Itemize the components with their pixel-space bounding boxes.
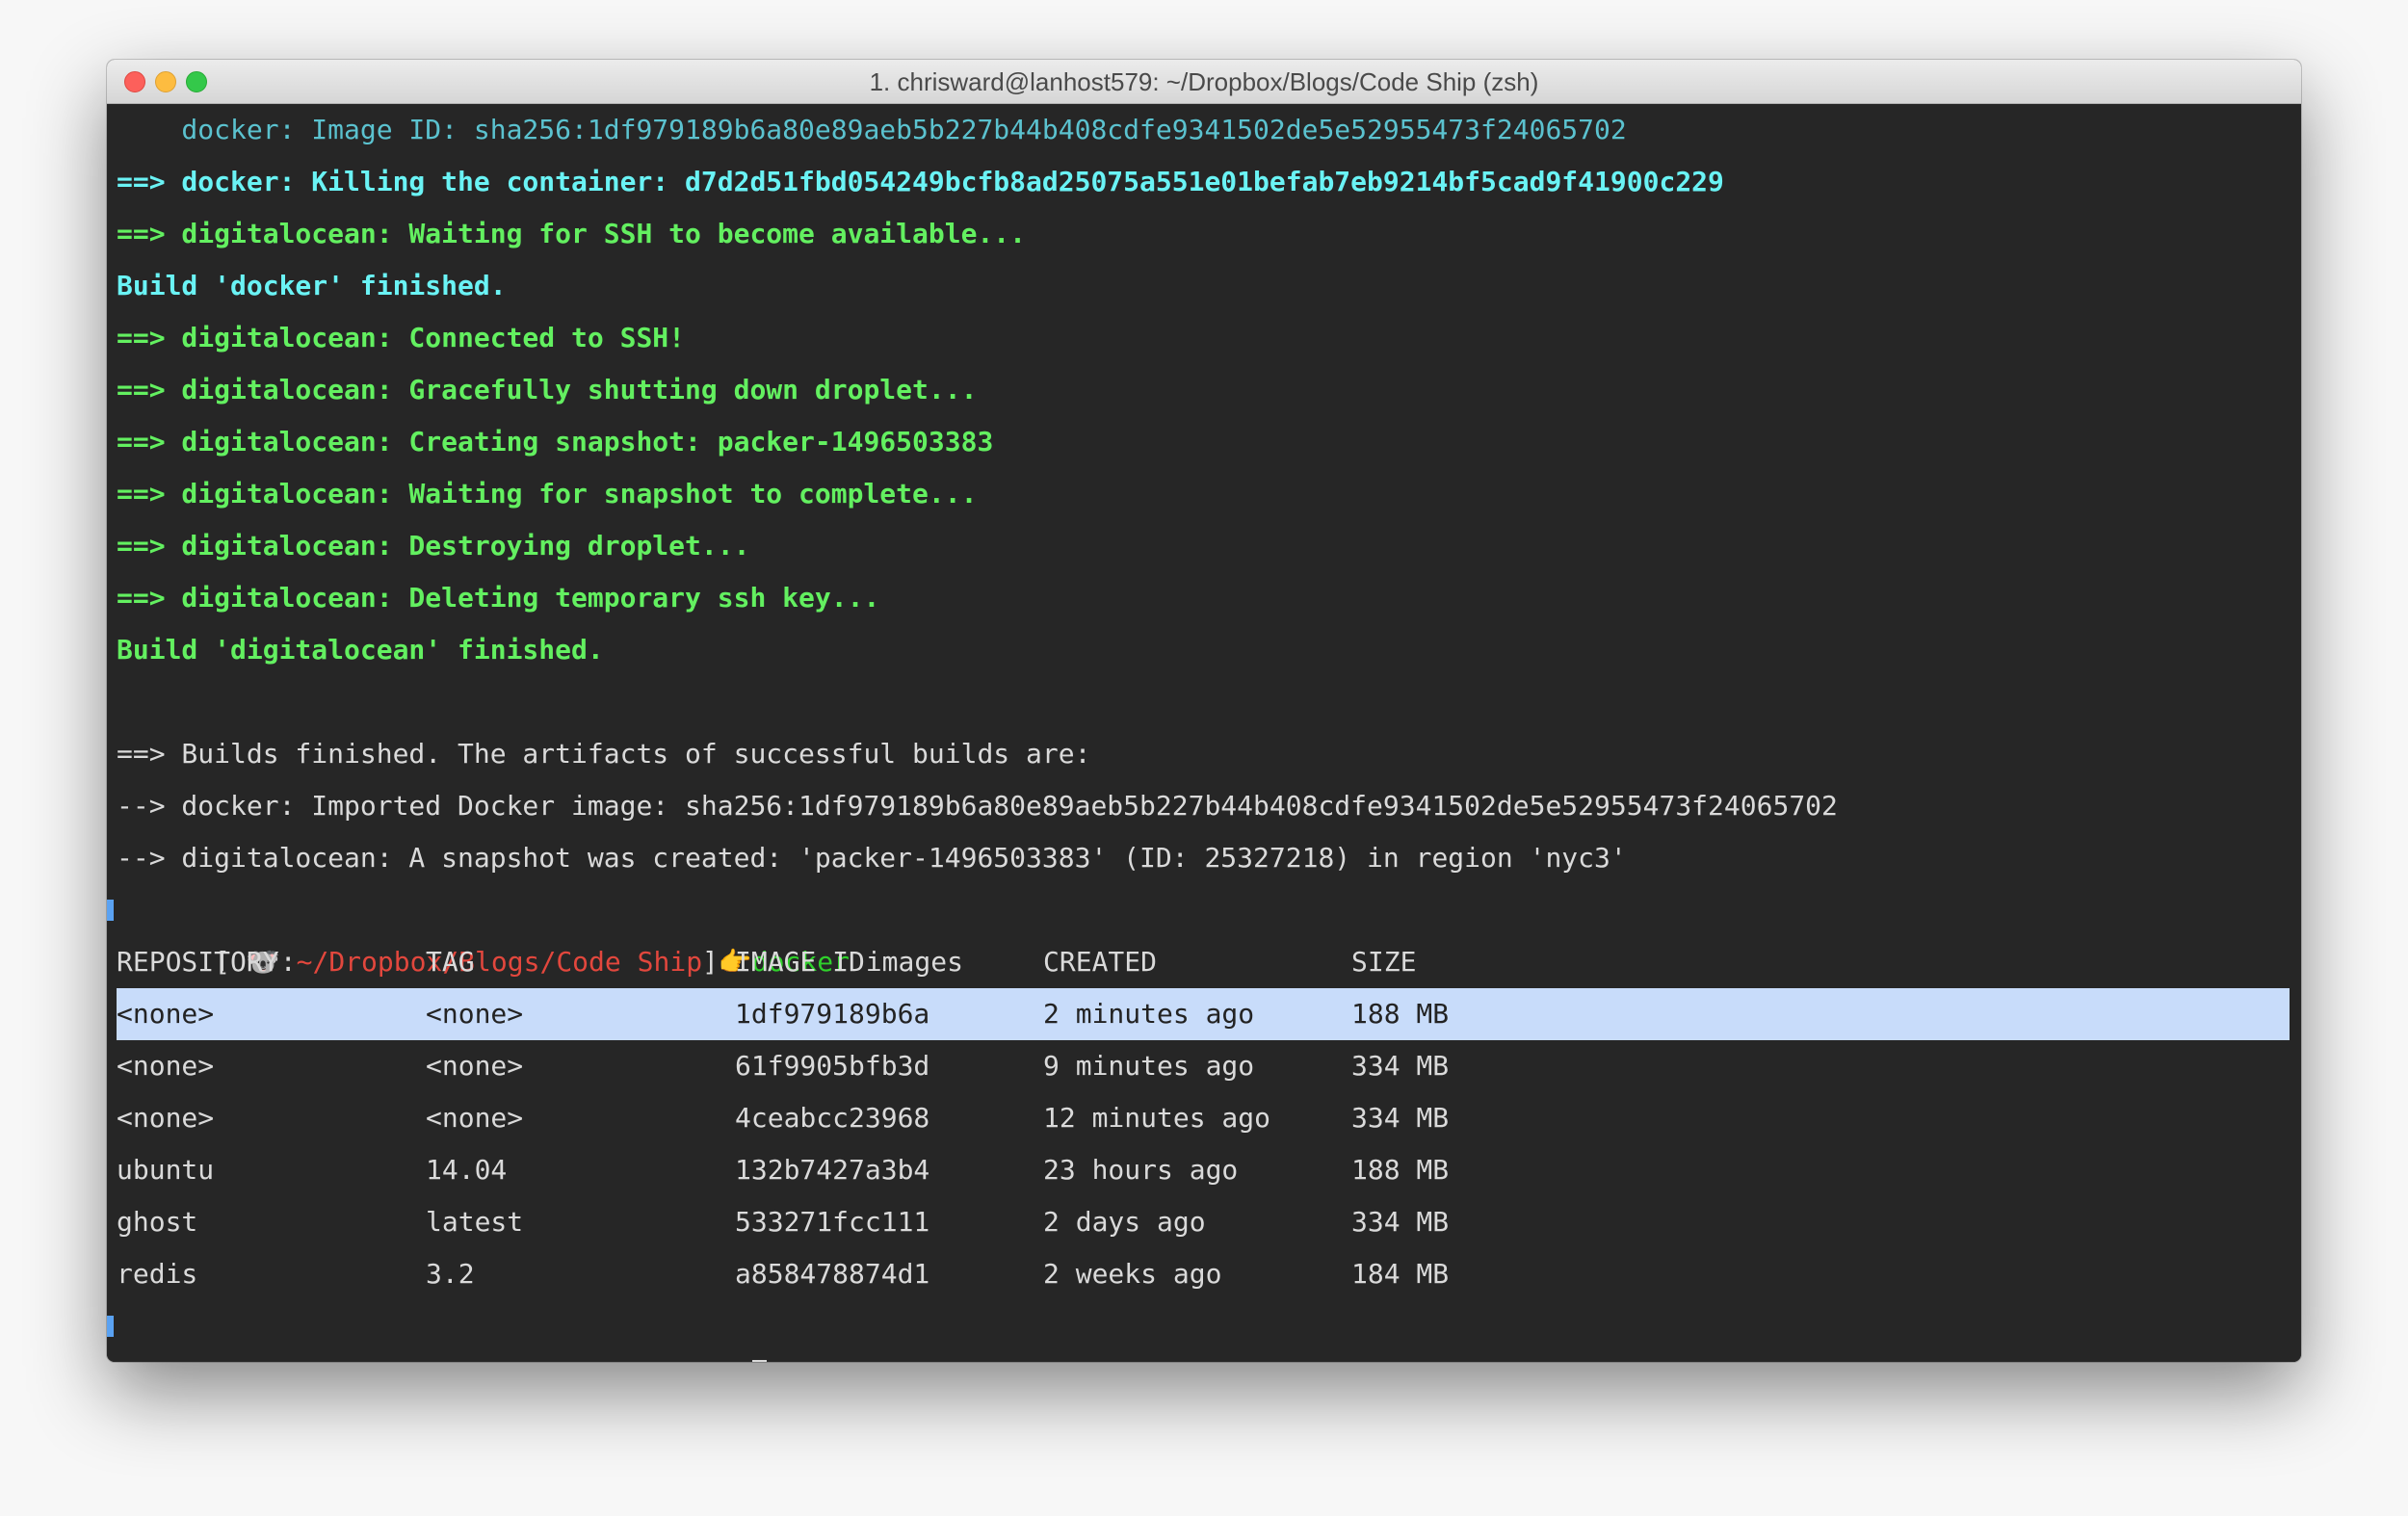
window-title: 1. chrisward@lanhost579: ~/Dropbox/Blogs… <box>869 67 1539 96</box>
repository-cell: <none> <box>117 998 215 1030</box>
column-header: CREATED <box>1043 946 1158 978</box>
terminal-window: 1. chrisward@lanhost579: ~/Dropbox/Blogs… <box>107 60 2301 1362</box>
size-cell: 188 MB <box>1351 1154 1450 1186</box>
size-cell: 184 MB <box>1351 1258 1450 1290</box>
output-line: --> docker: Imported Docker image: sha25… <box>117 790 1838 822</box>
output-line: ==> digitalocean: Connected to SSH! <box>117 322 686 353</box>
repository-cell: redis <box>117 1258 198 1290</box>
output-line: ==> digitalocean: Waiting for snapshot t… <box>117 478 978 510</box>
table-row[interactable]: <none> <none> 1df979189b6a 2 minutes ago… <box>107 988 2301 1040</box>
tag-cell: <none> <box>426 1102 524 1134</box>
terminal-output[interactable]: docker: Image ID: sha256:1df979189b6a80e… <box>107 104 2301 1362</box>
table-row[interactable]: <none> <none> 61f9905bfb3d 9 minutes ago… <box>107 1040 2301 1092</box>
output-line: ==> docker: Killing the container: d7d2d… <box>117 166 1724 197</box>
image-id-cell: 61f9905bfb3d <box>735 1050 930 1082</box>
tag-cell: latest <box>426 1206 524 1238</box>
output-line: ==> Builds finished. The artifacts of su… <box>117 738 1091 770</box>
repository-cell: <none> <box>117 1102 215 1134</box>
created-cell: 23 hours ago <box>1043 1154 1239 1186</box>
image-id-cell: 1df979189b6a <box>735 998 930 1030</box>
column-header: SIZE <box>1351 946 1417 978</box>
table-row[interactable]: <none> <none> 4ceabcc23968 12 minutes ag… <box>107 1092 2301 1144</box>
column-header: TAG <box>426 946 475 978</box>
created-cell: 2 minutes ago <box>1043 998 1255 1030</box>
image-id-cell: 533271fcc111 <box>735 1206 930 1238</box>
size-cell: 334 MB <box>1351 1102 1450 1134</box>
prompt-marker-icon <box>107 1316 114 1337</box>
repository-cell: ubuntu <box>117 1154 215 1186</box>
output-line: ==> digitalocean: Creating snapshot: pac… <box>117 426 994 457</box>
output-line: ==> digitalocean: Destroying droplet... <box>117 530 750 562</box>
created-cell: 2 days ago <box>1043 1206 1206 1238</box>
tag-cell: 14.04 <box>426 1154 508 1186</box>
image-id-cell: a858478874d1 <box>735 1258 930 1290</box>
prompt-marker-icon <box>107 900 114 921</box>
title-bar[interactable]: 1. chrisward@lanhost579: ~/Dropbox/Blogs… <box>107 60 2301 104</box>
created-cell: 2 weeks ago <box>1043 1258 1222 1290</box>
repository-cell: <none> <box>117 1050 215 1082</box>
image-id-cell: 132b7427a3b4 <box>735 1154 930 1186</box>
tag-cell: <none> <box>426 1050 524 1082</box>
table-row[interactable]: redis 3.2 a858478874d1 2 weeks ago 184 M… <box>107 1248 2301 1300</box>
output-line: docker: Image ID: sha256:1df979189b6a80e… <box>117 114 1627 145</box>
output-line: ==> digitalocean: Gracefully shutting do… <box>117 374 978 405</box>
column-header: IMAGE ID <box>735 946 865 978</box>
output-line: --> digitalocean: A snapshot was created… <box>117 842 1627 874</box>
created-cell: 12 minutes ago <box>1043 1102 1271 1134</box>
column-header: REPOSITORY <box>117 946 279 978</box>
command-prompt: [ 🐨:~/Dropbox/Blogs/Code Ship]👉docker im… <box>117 884 963 978</box>
size-cell: 334 MB <box>1351 1206 1450 1238</box>
table-row[interactable]: ubuntu 14.04 132b7427a3b4 23 hours ago 1… <box>107 1144 2301 1196</box>
text-cursor[interactable] <box>751 1360 767 1362</box>
table-header: REPOSITORY TAG IMAGE ID CREATED SIZE <box>107 936 2301 988</box>
table-row[interactable]: ghost latest 533271fcc111 2 days ago 334… <box>107 1196 2301 1248</box>
size-cell: 334 MB <box>1351 1050 1450 1082</box>
output-line: ==> digitalocean: Waiting for SSH to bec… <box>117 218 1027 249</box>
tag-cell: 3.2 <box>426 1258 475 1290</box>
size-cell: 188 MB <box>1351 998 1450 1030</box>
image-id-cell: 4ceabcc23968 <box>735 1102 930 1134</box>
tag-cell: <none> <box>426 998 524 1030</box>
created-cell: 9 minutes ago <box>1043 1050 1255 1082</box>
output-line: Build 'digitalocean' finished. <box>117 634 604 666</box>
command-prompt[interactable]: [ 🐨:~/Dropbox/Blogs/Code Ship]👉 <box>117 1300 767 1362</box>
output-line: Build 'docker' finished. <box>117 270 507 301</box>
output-line: ==> digitalocean: Deleting temporary ssh… <box>117 582 880 614</box>
repository-cell: ghost <box>117 1206 198 1238</box>
